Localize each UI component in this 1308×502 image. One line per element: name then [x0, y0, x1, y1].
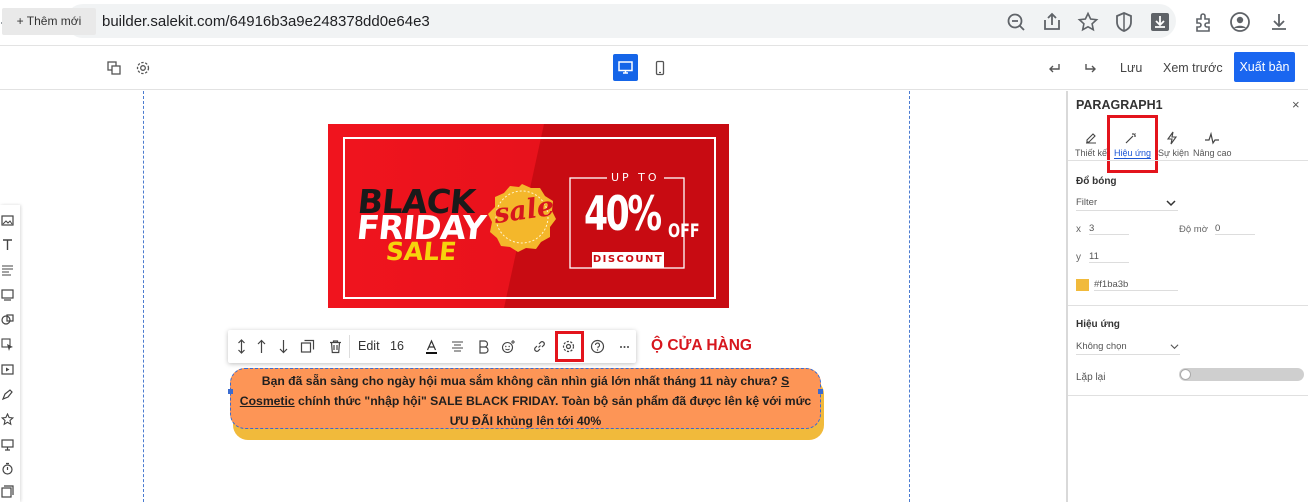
more-options-icon[interactable] [617, 339, 632, 354]
banner-percent-text: 40% [584, 187, 662, 242]
bold-icon[interactable] [476, 339, 491, 354]
element-sidebar [0, 205, 20, 502]
font-size-value[interactable]: 16 [390, 339, 404, 353]
chevron-down-icon [1166, 198, 1176, 208]
text-color-icon[interactable] [424, 339, 439, 354]
panel-divider [1068, 305, 1308, 306]
shadow-x-input[interactable]: 3 [1089, 223, 1129, 235]
help-icon[interactable] [590, 339, 605, 354]
paragraph-element[interactable]: Bạn đã sẵn sàng cho ngày hội mua sắm khô… [230, 368, 821, 429]
text-element-icon[interactable] [1, 238, 14, 251]
mobile-view-icon[interactable] [652, 60, 668, 76]
tab-events[interactable]: Sự kiện [1158, 148, 1189, 158]
paragraph-text-start: Bạn đã sẵn sàng cho ngày hội mua sắm khô… [261, 374, 782, 388]
shadow-filter-select[interactable]: Filter [1076, 197, 1178, 211]
image-element-icon[interactable] [1, 214, 14, 227]
extensions-puzzle-icon[interactable] [1193, 11, 1215, 33]
resize-handle-left[interactable] [228, 389, 233, 394]
share-icon[interactable] [1041, 11, 1063, 33]
video-element-icon[interactable] [1, 363, 14, 376]
banner-up-to-text: UP TO [607, 171, 664, 184]
emoji-add-icon[interactable] [501, 339, 516, 354]
effect-select-value: Không chọn [1076, 341, 1127, 352]
event-bolt-icon [1165, 131, 1179, 145]
browser-chrome: builder.salekit.com/64916b3a9e248378dd0e… [0, 0, 1308, 46]
undo-icon[interactable] [1046, 60, 1062, 76]
shadow-blur-input[interactable]: 0 [1215, 223, 1255, 235]
download-icon[interactable] [1268, 11, 1290, 33]
panel-title: PARAGRAPH1 [1076, 98, 1163, 112]
paragraph-element-icon[interactable] [1, 263, 14, 276]
repeat-slider-thumb[interactable] [1180, 369, 1191, 380]
tab-design[interactable]: Thiết kế [1075, 148, 1107, 158]
toolbar-divider [349, 335, 350, 358]
section-heading[interactable]: Ộ CỬA HÀNG [651, 337, 752, 355]
black-friday-banner[interactable]: BLACK FRIDAY SALE sale UP TO 40% OFF DIS… [328, 124, 729, 308]
star-element-icon[interactable] [1, 413, 14, 426]
paragraph-text-end: chính thức "nhập hội" SALE BLACK FRIDAY.… [294, 394, 812, 428]
tab-advanced[interactable]: Nâng cao [1193, 148, 1232, 158]
save-button[interactable]: Lưu [1120, 61, 1142, 75]
highlight-effects-tab [1107, 115, 1158, 173]
resize-handle-right[interactable] [818, 389, 823, 394]
publish-button[interactable]: Xuất bản [1234, 52, 1295, 82]
desktop-icon [618, 60, 633, 75]
desktop-view-button[interactable] [613, 54, 638, 81]
redo-icon[interactable] [1083, 60, 1099, 76]
highlight-settings-box [555, 331, 584, 362]
profile-icon[interactable] [1229, 11, 1251, 33]
move-up-icon[interactable] [254, 339, 269, 354]
shadow-x-label: x [1076, 224, 1081, 235]
move-down-icon[interactable] [276, 339, 291, 354]
section-guide-right [909, 91, 910, 502]
duplicate-icon[interactable] [300, 339, 315, 354]
settings-gear-icon[interactable] [135, 60, 151, 76]
section-guide-left [143, 91, 144, 502]
edit-text-button[interactable]: Edit [358, 339, 380, 353]
repeat-label: Lặp lại [1076, 372, 1106, 383]
button-element-icon[interactable] [1, 288, 14, 301]
shadow-y-input[interactable]: 11 [1089, 251, 1129, 263]
effect-select[interactable]: Không chọn [1076, 341, 1180, 355]
shadow-color-input[interactable]: #f1ba3b [1094, 279, 1178, 291]
gallery-element-icon[interactable] [1, 485, 14, 498]
copy-icon[interactable] [106, 60, 122, 76]
chevron-down-icon [1170, 342, 1179, 351]
panel-divider [1068, 160, 1308, 161]
panel-close-button[interactable]: × [1292, 97, 1300, 112]
monitor-element-icon[interactable] [1, 438, 14, 451]
delete-trash-icon[interactable] [328, 339, 343, 354]
form-element-icon[interactable] [1, 388, 14, 401]
effect-section-title: Hiệu ứng [1076, 319, 1120, 330]
shadow-blur-label: Độ mờ [1179, 224, 1208, 235]
add-new-button[interactable]: + Thêm mới [2, 8, 96, 35]
download-extension-icon[interactable] [1149, 11, 1171, 33]
cursor-element-icon[interactable] [1, 338, 14, 351]
shadow-color-swatch[interactable] [1076, 279, 1089, 291]
shield-icon[interactable] [1113, 11, 1135, 33]
shadow-filter-value: Filter [1076, 197, 1098, 208]
shadow-section-title: Đổ bóng [1076, 176, 1117, 187]
panel-divider [1068, 395, 1308, 396]
banner-off-text: OFF [668, 220, 700, 242]
shadow-y-label: y [1076, 252, 1081, 263]
preview-button[interactable]: Xem trước [1163, 61, 1223, 75]
align-center-icon[interactable] [450, 339, 465, 354]
shape-element-icon[interactable] [1, 313, 14, 326]
url-text: builder.salekit.com/64916b3a9e248378dd0e… [102, 13, 430, 30]
advanced-icon [1205, 131, 1219, 145]
link-icon[interactable] [532, 339, 547, 354]
repeat-slider[interactable] [1179, 368, 1304, 381]
zoom-out-icon[interactable] [1005, 11, 1027, 33]
banner-sale-text: SALE [384, 237, 458, 266]
design-edit-icon [1084, 131, 1098, 145]
timer-element-icon[interactable] [1, 462, 14, 475]
bookmark-star-icon[interactable] [1077, 11, 1099, 33]
move-vertical-icon[interactable] [234, 339, 249, 354]
banner-discount-label: DISCOUNT [592, 252, 664, 268]
